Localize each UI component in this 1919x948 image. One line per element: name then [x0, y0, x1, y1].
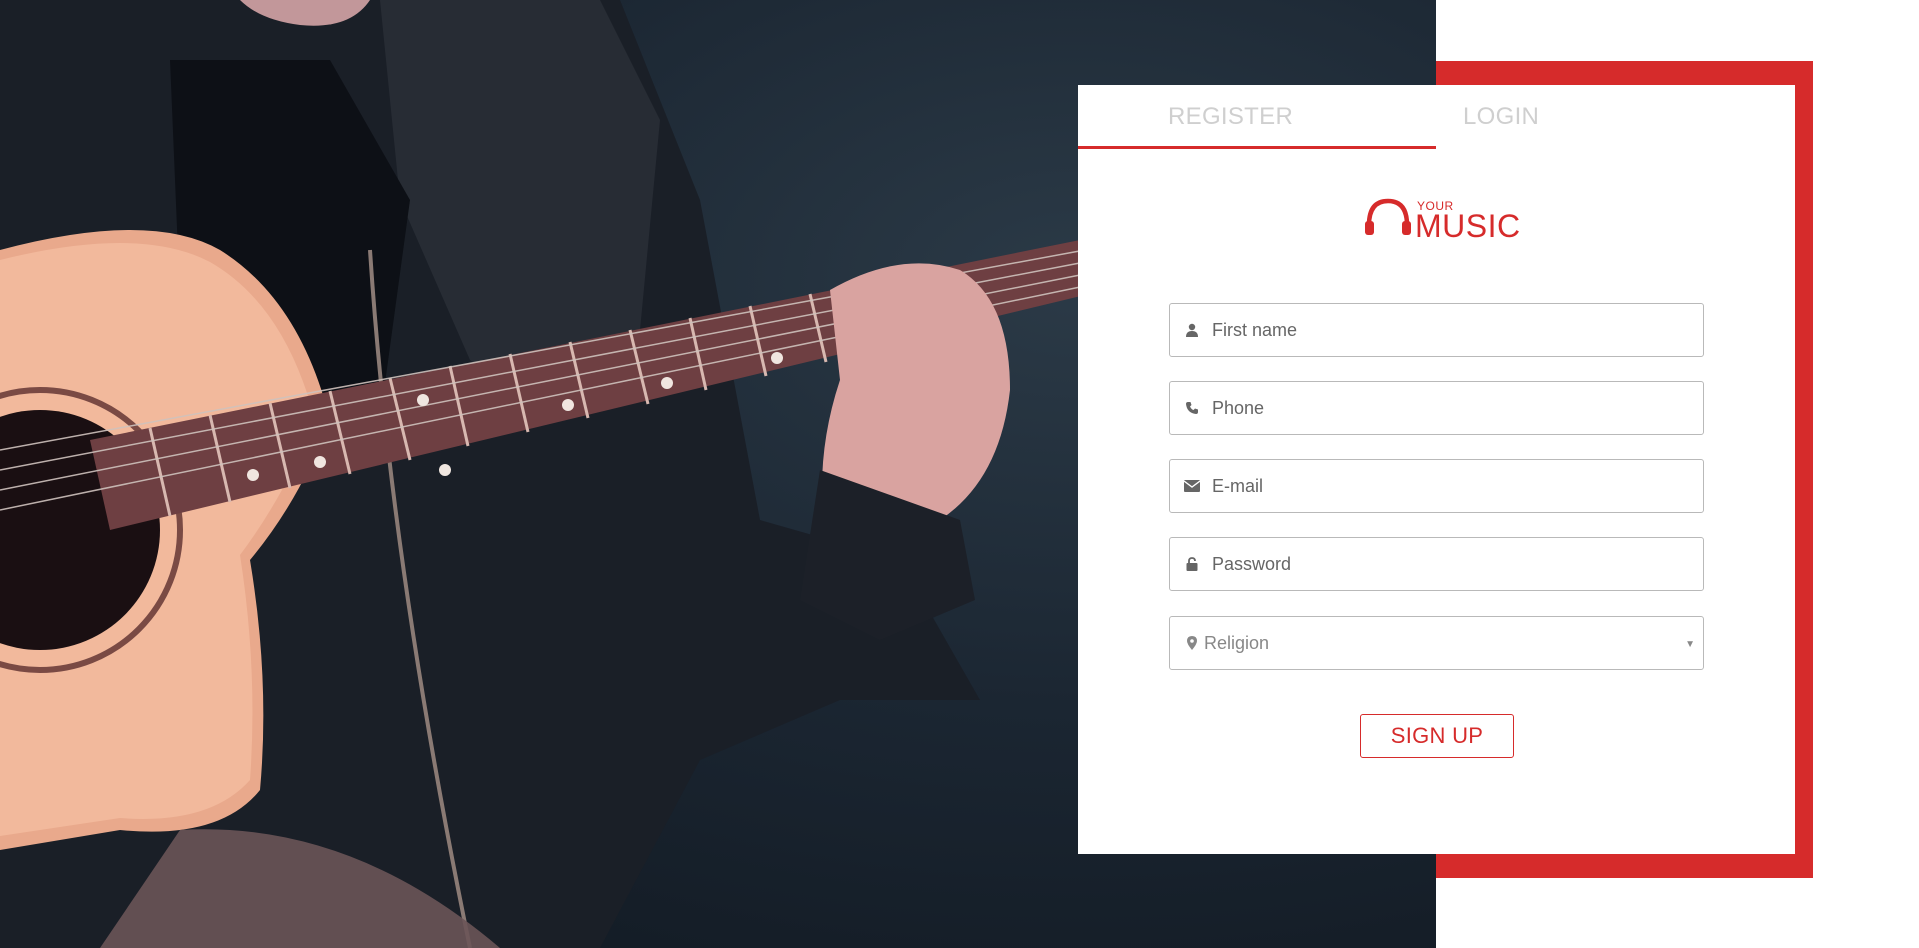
password-field[interactable] [1169, 537, 1704, 591]
headphones-icon [1365, 198, 1411, 235]
tab-bar: REGISTER LOGIN [1078, 85, 1795, 149]
religion-selected-value: Religion [1204, 632, 1270, 653]
tab-register[interactable]: REGISTER [1168, 85, 1293, 149]
page: REGISTER LOGIN YOUR MUSIC First name Pho… [0, 0, 1919, 948]
user-icon [1184, 322, 1200, 338]
phone-field[interactable] [1169, 381, 1704, 435]
envelope-icon [1184, 478, 1200, 494]
first-name-field[interactable] [1169, 303, 1704, 357]
phone-icon [1184, 400, 1200, 416]
sign-up-button[interactable]: SIGN UP [1360, 714, 1514, 758]
active-tab-indicator [1078, 146, 1436, 149]
auth-card: REGISTER LOGIN YOUR MUSIC First name Pho… [1078, 85, 1795, 854]
lock-icon [1184, 556, 1200, 572]
password-input[interactable] [1212, 553, 1682, 575]
tab-login[interactable]: LOGIN [1463, 85, 1539, 149]
phone-input[interactable] [1212, 397, 1682, 419]
email-field[interactable] [1169, 459, 1704, 513]
email-input[interactable] [1212, 475, 1682, 497]
first-name-input[interactable] [1212, 319, 1682, 341]
map-marker-icon [1184, 635, 1200, 651]
religion-select[interactable]: Religion ▼ [1169, 616, 1704, 670]
chevron-down-icon: ▼ [1685, 639, 1695, 650]
logo-big-text: MUSIC [1415, 208, 1521, 244]
logo: YOUR MUSIC [1363, 195, 1520, 247]
